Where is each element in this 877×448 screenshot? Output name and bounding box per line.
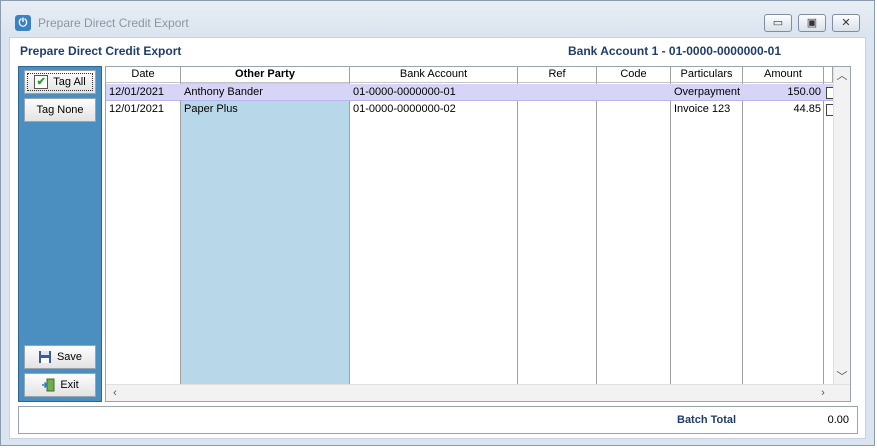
close-button[interactable]: ✕ [832,14,860,32]
scroll-left-icon[interactable]: ‹ [108,386,122,400]
batch-total-value: 0.00 [827,414,849,426]
scroll-down-icon[interactable]: ﹀ [835,370,849,384]
save-button[interactable]: Save [24,345,96,369]
scroll-up-icon[interactable]: ︿ [835,69,849,83]
column-header-bank-account[interactable]: Bank Account [350,67,518,83]
column-header-other-party[interactable]: Other Party [181,67,350,83]
power-icon: ⏻ [15,15,31,31]
column-header-ref[interactable]: Ref [518,67,597,83]
tag-none-label: Tag None [36,104,84,116]
floppy-disk-icon [38,350,52,364]
table-row-amount[interactable]: 150.00 [743,84,824,101]
app-window: ⏻ Prepare Direct Credit Export ▭ ▣ ✕ Pre… [0,0,875,446]
column-header-date[interactable]: Date [106,67,181,83]
totals-bar: Batch Total 0.00 [18,406,858,434]
table-row-ref[interactable] [518,101,597,118]
table-row-other-party[interactable]: Anthony Bander [181,84,350,101]
maximize-button[interactable]: ▣ [798,14,826,32]
column-header-amount[interactable]: Amount [743,67,824,83]
maximize-icon: ▣ [806,17,818,29]
page-title: Prepare Direct Credit Export [20,44,182,58]
bank-account-heading: Bank Account 1 - 01-0000-0000000-01 [568,44,781,58]
window-title: Prepare Direct Credit Export [38,16,189,30]
exit-label: Exit [60,379,79,391]
table-row-code[interactable] [597,101,671,118]
column-header-code[interactable]: Code [597,67,671,83]
tag-none-button[interactable]: Tag None [24,98,96,122]
table-row-particulars[interactable]: Invoice 123 [671,101,743,118]
table-row-date[interactable]: 12/01/2021 [106,84,181,101]
table-row-date[interactable]: 12/01/2021 [106,101,181,118]
column-header-tag [824,67,833,83]
scroll-right-icon[interactable]: › [816,386,830,400]
tag-all-label: Tag All [53,76,86,88]
horizontal-scrollbar[interactable]: ‹ › [106,384,850,401]
vertical-scrollbar[interactable]: ︿ ﹀ [833,67,850,386]
table-row-particulars[interactable]: Overpayment [671,84,743,101]
column-header-particulars[interactable]: Particulars [671,67,743,83]
action-panel: ✔ Tag All Tag None Save Exit [18,66,102,402]
batch-total-label: Batch Total [677,414,737,426]
minimize-button[interactable]: ▭ [764,14,792,32]
minimize-icon: ▭ [772,17,784,29]
save-label: Save [56,351,83,363]
close-icon: ✕ [841,17,851,29]
exit-button[interactable]: Exit [24,373,96,397]
table-row-bank-account[interactable]: 01-0000-0000000-01 [350,84,518,101]
table-row-other-party[interactable]: Paper Plus [181,101,350,118]
table-row-amount[interactable]: 44.85 [743,101,824,118]
client-area: Prepare Direct Credit Export Bank Accoun… [9,37,866,439]
table-row-code[interactable] [597,84,671,101]
table-row-bank-account[interactable]: 01-0000-0000000-02 [350,101,518,118]
tag-all-button[interactable]: ✔ Tag All [24,70,96,94]
checkmark-icon: ✔ [34,75,49,89]
title-bar[interactable]: ⏻ Prepare Direct Credit Export ▭ ▣ ✕ [1,1,874,35]
transactions-grid[interactable]: Date Other Party Bank Account Ref Code P… [105,66,851,402]
exit-door-icon [41,378,55,392]
table-row-ref[interactable] [518,84,597,101]
